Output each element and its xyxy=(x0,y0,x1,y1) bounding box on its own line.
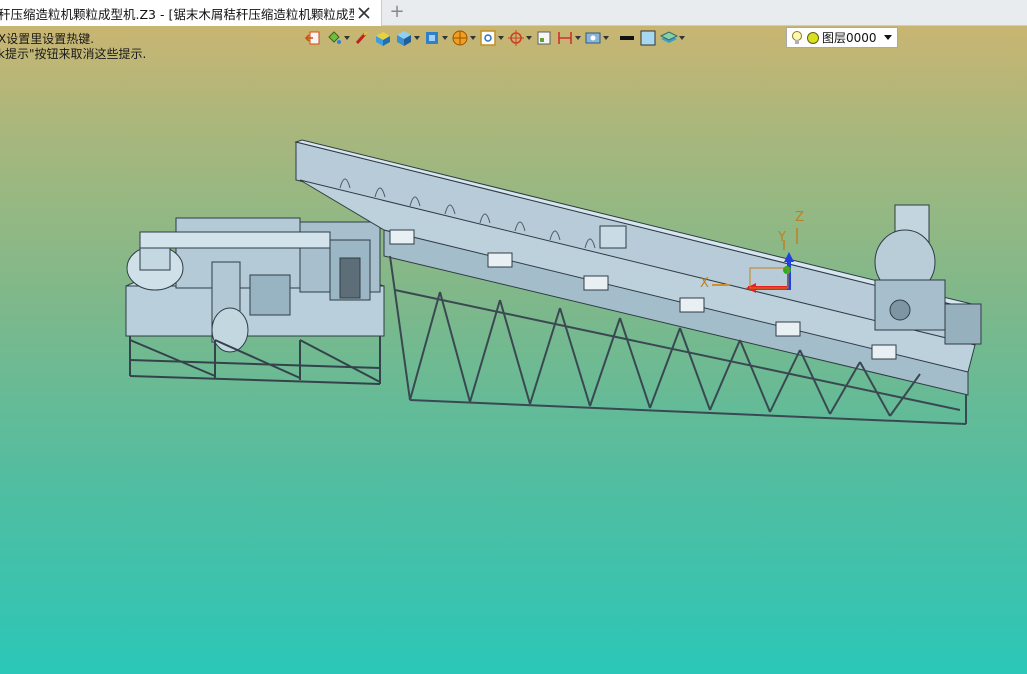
granulator-unit xyxy=(125,217,385,353)
close-icon[interactable] xyxy=(356,5,372,21)
tab-title: 秆压缩造粒机颗粒成型机.Z3 - [锯末木屑秸秆压缩造粒机颗粒成型机] xyxy=(0,6,354,22)
new-tab-button[interactable]: + xyxy=(388,2,406,22)
document-tab[interactable]: 秆压缩造粒机颗粒成型机.Z3 - [锯末木屑秸秆压缩造粒机颗粒成型机] xyxy=(0,0,382,26)
fan-unit xyxy=(874,204,982,345)
axis-z-label: Z xyxy=(795,210,804,225)
tab-bar: 秆压缩造粒机颗粒成型机.Z3 - [锯末木屑秸秆压缩造粒机颗粒成型机] + xyxy=(0,0,1027,26)
axis-y-label: Y xyxy=(778,230,786,245)
axis-x-label: X xyxy=(700,276,709,291)
machine-model[interactable] xyxy=(0,26,1027,674)
